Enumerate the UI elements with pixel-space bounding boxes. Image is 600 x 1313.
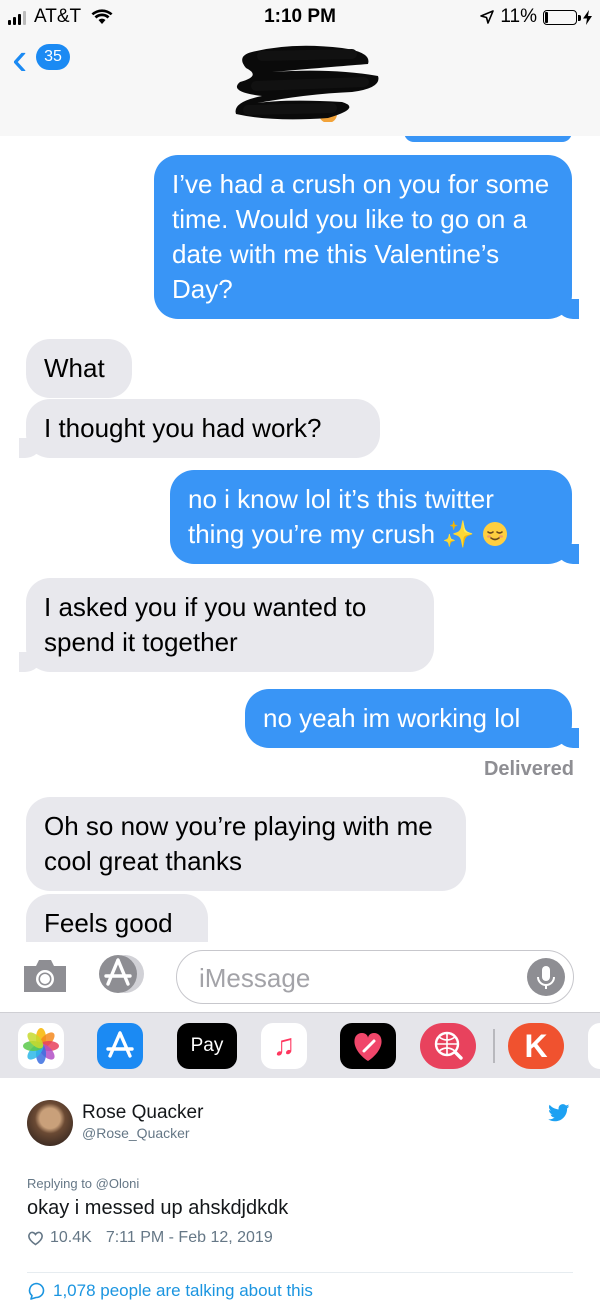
- replying-prefix: Replying to: [27, 1176, 93, 1191]
- message-bubble-sent[interactable]: no yeah im working lol: [245, 689, 579, 748]
- battery-icon: [543, 9, 581, 25]
- image-search-icon[interactable]: [420, 1023, 476, 1069]
- k-app-icon[interactable]: K: [508, 1023, 564, 1069]
- drawer-divider: [493, 1029, 495, 1063]
- message-thread[interactable]: I’ve had a crush on you for some time. W…: [0, 136, 600, 942]
- charging-icon: [583, 9, 592, 25]
- conversation-header: ‹ 35: [0, 34, 600, 137]
- imessage-input[interactable]: iMessage: [176, 950, 574, 1004]
- heart-icon[interactable]: [27, 1230, 44, 1246]
- message-bubble-sent[interactable]: no i know lol it’s this twitter thing yo…: [170, 470, 579, 564]
- previous-message-bubble-edge: [404, 136, 572, 142]
- delivered-status: Delivered: [483, 758, 574, 780]
- microphone-icon: [537, 966, 555, 989]
- relieved-face-icon: [482, 522, 507, 546]
- tweet-card[interactable]: Rose Quacker @Rose_Quacker Replying to @…: [0, 1078, 600, 1313]
- microphone-button[interactable]: [527, 958, 565, 996]
- app-store-icon[interactable]: [97, 1023, 143, 1069]
- music-icon[interactable]: ♫: [261, 1023, 307, 1069]
- message-text: I’ve had a crush on you for some time. W…: [172, 169, 550, 304]
- battery-nub: [578, 14, 581, 21]
- message-text: I thought you had work?: [44, 413, 322, 443]
- message-text: no yeah im working lol: [263, 703, 521, 733]
- back-unread-badge[interactable]: 35: [36, 44, 70, 70]
- speech-bubble-icon: [28, 1282, 45, 1300]
- digital-touch-icon[interactable]: [340, 1023, 396, 1069]
- app-store-icon[interactable]: [96, 952, 148, 996]
- status-bar: AT&T 1:10 PM 11%: [0, 0, 600, 34]
- replying-to-line: Replying to @Oloni: [27, 1176, 139, 1191]
- sparkles-icon: ✨: [442, 519, 475, 549]
- back-chevron-icon[interactable]: ‹: [12, 35, 27, 81]
- message-bubble-received[interactable]: Feels good: [26, 894, 208, 942]
- message-bubble-sent[interactable]: I’ve had a crush on you for some time. W…: [154, 155, 579, 319]
- camera-icon[interactable]: [20, 956, 70, 996]
- apple-pay-icon[interactable]: Pay: [177, 1023, 237, 1069]
- compose-bar: iMessage: [0, 942, 600, 1012]
- message-text: What: [44, 353, 105, 383]
- avatar[interactable]: [27, 1100, 73, 1146]
- tweet-timestamp[interactable]: 7:11 PM - Feb 12, 2019: [106, 1229, 273, 1247]
- more-apps-icon[interactable]: [588, 1023, 600, 1069]
- imessage-app-drawer: Pay ♫ K: [0, 1012, 600, 1079]
- tweet-handle[interactable]: @Rose_Quacker: [82, 1125, 190, 1141]
- battery-percent: 11%: [500, 6, 537, 27]
- imessage-placeholder: iMessage: [199, 963, 311, 993]
- message-text: Oh so now you’re playing with me cool gr…: [44, 811, 433, 876]
- conversation-link[interactable]: 1,078 people are talking about this: [27, 1281, 313, 1301]
- tweet-divider: [27, 1272, 573, 1273]
- status-right-group: 11%: [480, 6, 592, 28]
- like-count[interactable]: 10.4K: [50, 1229, 92, 1247]
- message-bubble-received[interactable]: I thought you had work?: [19, 399, 380, 458]
- tweet-display-name[interactable]: Rose Quacker: [82, 1102, 203, 1124]
- location-icon: [480, 10, 495, 24]
- message-bubble-received[interactable]: What: [26, 339, 132, 398]
- tweet-text: okay i messed up ahskdjdkdk: [27, 1197, 289, 1219]
- photos-icon[interactable]: [18, 1023, 64, 1069]
- message-text: Feels good: [44, 908, 173, 938]
- replying-to-handle[interactable]: @Oloni: [96, 1176, 140, 1191]
- message-bubble-received[interactable]: I asked you if you wanted to spend it to…: [19, 578, 434, 672]
- tweet-meta: 10.4K 7:11 PM - Feb 12, 2019: [27, 1229, 273, 1247]
- twitter-bird-icon[interactable]: [548, 1104, 570, 1122]
- apple-pay-label: Pay: [190, 1035, 224, 1056]
- message-bubble-received[interactable]: Oh so now you’re playing with me cool gr…: [26, 797, 466, 891]
- battery-fill: [545, 11, 548, 23]
- message-text: I asked you if you wanted to spend it to…: [44, 592, 367, 657]
- contact-redaction: [235, 45, 379, 122]
- talking-count-text[interactable]: 1,078 people are talking about this: [53, 1281, 313, 1301]
